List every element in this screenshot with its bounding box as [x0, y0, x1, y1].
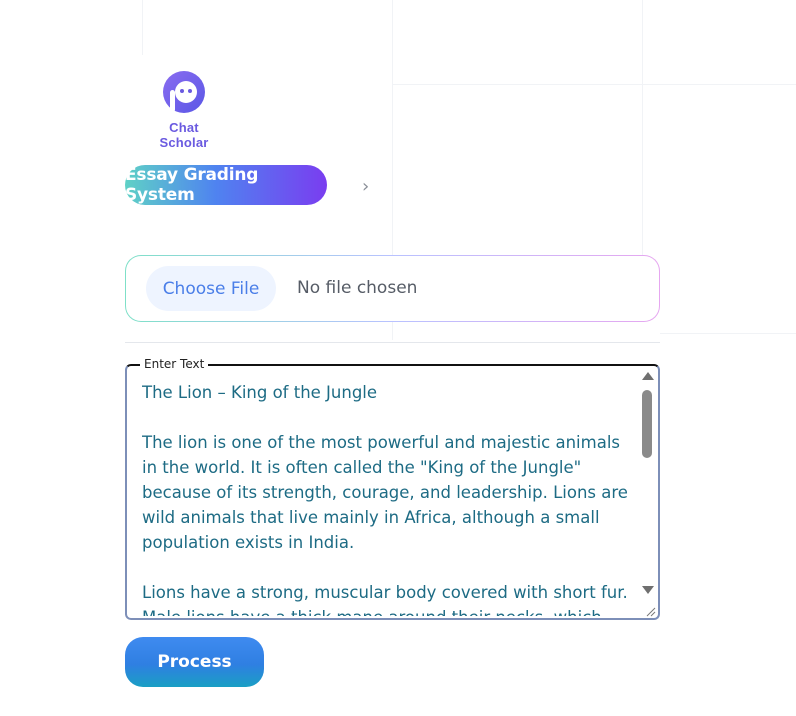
- divider: [125, 342, 660, 343]
- grid-line: [142, 0, 143, 55]
- scroll-thumb[interactable]: [642, 390, 652, 458]
- resize-grip-icon[interactable]: [644, 604, 656, 617]
- text-input-legend: Enter Text: [140, 357, 209, 371]
- grid-line: [660, 333, 796, 334]
- page-title-pill[interactable]: Essay Grading System: [125, 165, 327, 205]
- chevron-right-icon[interactable]: ›: [362, 176, 369, 197]
- choose-file-button[interactable]: Choose File: [146, 266, 276, 311]
- scroll-up-arrow-icon[interactable]: [642, 372, 654, 380]
- brand-name: Chat Scholar: [159, 120, 209, 150]
- file-status-text: No file chosen: [297, 278, 418, 298]
- textarea-scrollbar[interactable]: [638, 368, 656, 616]
- grid-line: [642, 0, 643, 260]
- text-input-fieldset: Enter Text The Lion – King of the Jungle…: [125, 357, 660, 620]
- grid-line: [392, 84, 796, 85]
- file-upload-field: Choose File No file chosen: [125, 255, 660, 322]
- scroll-down-arrow-icon[interactable]: [642, 586, 654, 594]
- chat-bubble-icon: [162, 70, 206, 114]
- process-button[interactable]: Process: [125, 637, 264, 687]
- essay-textarea[interactable]: The Lion – King of the Jungle The lion i…: [142, 380, 630, 616]
- brand-logo[interactable]: Chat Scholar: [144, 70, 224, 150]
